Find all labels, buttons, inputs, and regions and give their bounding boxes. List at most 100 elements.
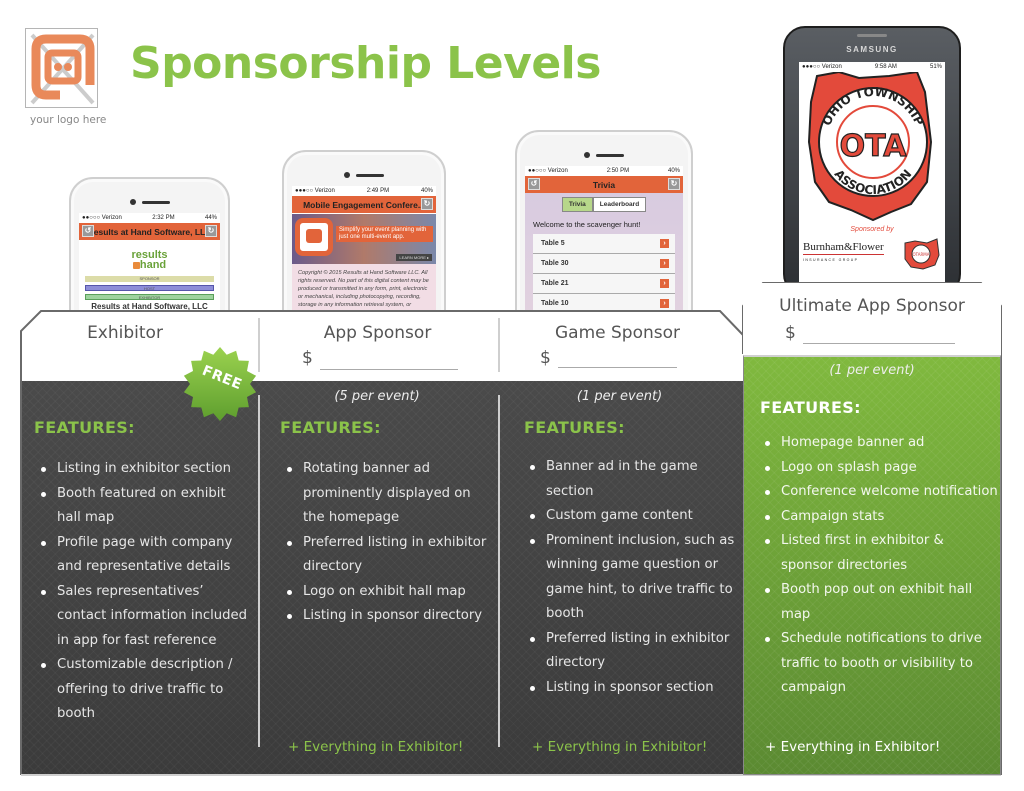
sponsor-logos: Burnham&Flower INSURANCE GROUP OTARMA (799, 233, 945, 271)
refresh-icon: ↻ (421, 198, 433, 210)
logo-placeholder (25, 28, 98, 108)
phone-screen: ●●●○○ Verizon 9:58 AM 51% OHIO TOWNSHIP … (799, 62, 945, 294)
carrier: ●●●○○ Verizon (295, 188, 335, 194)
price-symbol: $ (785, 323, 796, 343)
list-item: Table 5 › (533, 234, 675, 254)
chevron-right-icon: › (660, 239, 669, 248)
at-icon (132, 261, 140, 269)
app-bar-title: Mobile Engagement Confere... (303, 199, 425, 210)
segment-control: Trivia Leaderboard (525, 197, 683, 212)
feature-item: Campaign stats (759, 505, 999, 530)
speaker-icon (596, 154, 624, 157)
speaker-icon (356, 174, 384, 177)
refresh-icon: ↻ (205, 225, 217, 237)
carrier: ●●●○○ Verizon (802, 64, 842, 70)
sponsor-subtitle: INSURANCE GROUP (803, 254, 884, 266)
sponsored-by-label: Sponsored by (850, 226, 894, 233)
list-item: Table 30 › (533, 254, 675, 274)
logo-line-2: hand (79, 260, 220, 271)
otarma-logo: OTARMA (904, 238, 940, 270)
ohio-township-association-logo: OHIO TOWNSHIP ASSOCIATION OTA (807, 70, 933, 222)
ultimate-sponsor-phone-mockup: SAMSUNG ●●●○○ Verizon 9:58 AM 51% OHIO T… (783, 26, 961, 296)
feature-item: Customizable description / offering to d… (35, 653, 250, 727)
availability: (5 per event) (334, 389, 420, 404)
camera-icon (584, 152, 590, 158)
camera-icon (129, 199, 136, 205)
availability: (1 per event) (829, 363, 915, 378)
company-name: Results at Hand Software, LLC (91, 302, 208, 311)
refresh-icon: ↻ (668, 178, 680, 190)
features-heading: FEATURES: (34, 418, 135, 437)
tier-name: Exhibitor (87, 323, 163, 343)
page-title: Sponsorship Levels (130, 38, 601, 89)
list-item-label: Table 21 (541, 280, 569, 287)
feature-item: Custom game content (524, 504, 739, 529)
includes-note: + Everything in Exhibitor! (532, 739, 708, 755)
price-field[interactable] (320, 369, 458, 370)
includes-note: + Everything in Exhibitor! (765, 739, 941, 755)
app-bar: Mobile Engagement Confere... ↻ (292, 196, 436, 213)
feature-item: Booth featured on exhibit hall map (35, 482, 250, 531)
column-divider (258, 395, 260, 747)
battery: 51% (929, 64, 942, 70)
org-initials: OTA (840, 129, 908, 164)
column-divider (258, 318, 260, 372)
logo-placeholder-icon (30, 33, 95, 105)
feature-item: Conference welcome notification (759, 480, 999, 505)
ota-splash-logo: OHIO TOWNSHIP ASSOCIATION OTA (799, 70, 945, 222)
feature-item: Listing in exhibitor section (35, 457, 250, 482)
phone-brand: SAMSUNG (846, 45, 898, 54)
features-heading: FEATURES: (280, 418, 381, 437)
feature-item: Booth pop out on exhibit hall map (759, 578, 999, 627)
feature-item: Homepage banner ad (759, 431, 999, 456)
battery: 40% (667, 168, 680, 174)
back-icon: ↺ (82, 225, 94, 237)
feature-list: Rotating banner ad prominently displayed… (281, 457, 491, 629)
ultimate-header (743, 283, 1001, 355)
clock: 9:58 AM (874, 64, 897, 70)
price-field[interactable] (803, 343, 955, 344)
status-bar: ●●●○○ Verizon 9:58 AM 51% (799, 62, 945, 72)
app-bar-title: Trivia (592, 179, 616, 190)
feature-item: Preferred listing in exhibitor directory (281, 531, 491, 580)
app-bar: ↺ Trivia ↻ (525, 176, 683, 193)
price-symbol: $ (302, 348, 313, 368)
feature-list: Listing in exhibitor section Booth featu… (35, 457, 250, 727)
sponsor-name: Burnham&Flower (803, 241, 884, 253)
price-symbol: $ (540, 348, 551, 368)
list-item-label: Table 10 (541, 300, 569, 307)
feature-item: Listing in sponsor section (524, 676, 739, 701)
feature-item: Logo on exhibit hall map (281, 580, 491, 605)
feature-item: Sales representatives’ contact informati… (35, 580, 250, 654)
game-sponsor-phone-mockup: ●●○○○ Verizon 2:50 PM 40% ↺ Trivia ↻ Tri… (515, 130, 693, 340)
role-sponsor: SPONSOR (85, 276, 214, 282)
tier-name: Ultimate App Sponsor (779, 296, 965, 316)
learn-more-button: LEARN MORE ▸ (396, 254, 432, 261)
logo-caption: your logo here (30, 114, 107, 126)
feature-item: Banner ad in the game section (524, 455, 739, 504)
battery: 40% (420, 188, 433, 194)
status-bar: ●●○○○ Verizon 2:50 PM 40% (525, 166, 683, 176)
carrier: ●●○○○ Verizon (528, 168, 568, 174)
tiers-header-strip (21, 311, 743, 381)
feature-item: Schedule notifications to drive traffic … (759, 627, 999, 701)
tier-ultimate-app-sponsor: Ultimate App Sponsor $ (1 per event) FEA… (743, 283, 1001, 775)
feature-item: Preferred listing in exhibitor directory (524, 627, 739, 676)
brand-logo-icon (295, 218, 333, 256)
app-bar-title: Results at Hand Software, LLC (87, 226, 212, 237)
price-field[interactable] (558, 367, 677, 368)
column-divider (498, 318, 500, 372)
banner-line-1: Simplify your event planning with (339, 227, 427, 233)
camera-icon (344, 172, 350, 178)
results-at-hand-logo: results hand (79, 250, 220, 271)
speaker-icon (857, 34, 887, 37)
list-item-label: Table 30 (541, 260, 569, 267)
feature-item: Profile page with company and representa… (35, 531, 250, 580)
features-heading: FEATURES: (524, 418, 625, 437)
chevron-right-icon: › (660, 259, 669, 268)
feature-item: Logo on splash page (759, 456, 999, 481)
feature-list: Homepage banner ad Logo on splash page C… (759, 431, 999, 701)
segment-leaderboard: Leaderboard (592, 197, 647, 212)
welcome-text: Welcome to the scavenger hunt! (533, 220, 641, 229)
chevron-right-icon: › (660, 299, 669, 308)
